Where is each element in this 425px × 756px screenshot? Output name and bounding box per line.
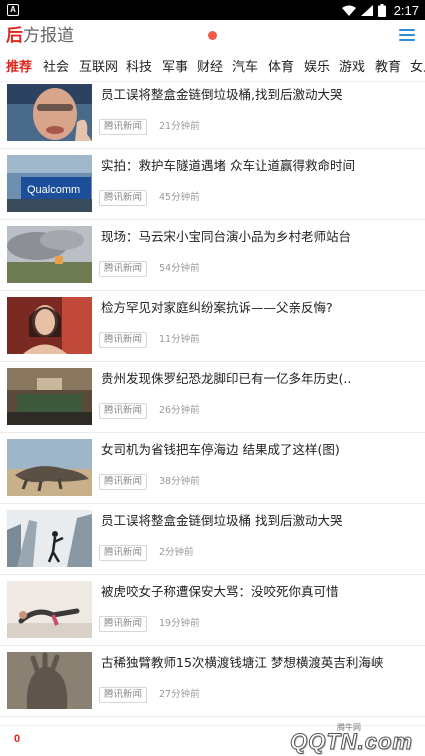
- unread-count: 0: [14, 733, 21, 745]
- article-title: 员工误将整盒金链倒垃圾桶,找到后激动大哭: [101, 87, 343, 102]
- thumbnail-meeting-room: [7, 368, 92, 425]
- article-title: 现场：马云宋小宝同台演小品为乡村老师站台: [101, 229, 352, 244]
- source-tag: 腾讯新闻: [99, 474, 148, 490]
- tab-recommended[interactable]: 推荐: [6, 59, 32, 77]
- source-tag: 腾讯新闻: [99, 190, 148, 206]
- category-tabs: 推荐 社会 互联网 科技 军事 财经 汽车 体育 娱乐 游戏 教育 女人: [0, 54, 425, 82]
- news-item[interactable]: Qualcomm 实拍：救护车隧道遇堵 众车让道赢得救命时间 腾讯新闻 45分钟…: [0, 149, 425, 220]
- app-logo: 后方报道: [6, 25, 74, 47]
- tab-education[interactable]: 教育: [375, 59, 401, 77]
- article-title: 贵州发现侏罗纪恐龙脚印已有一亿多年历史(..: [101, 371, 352, 386]
- tab-sports[interactable]: 体育: [268, 59, 294, 77]
- source-tag: 腾讯新闻: [99, 687, 148, 703]
- news-item[interactable]: 现场：马云宋小宝同台演小品为乡村老师站台 腾讯新闻 54分钟前: [0, 220, 425, 291]
- source-tag: 腾讯新闻: [99, 261, 148, 277]
- wifi-icon: [341, 5, 356, 16]
- article-title: 实拍：救护车隧道遇堵 众车让道赢得救命时间: [101, 158, 355, 173]
- source-tag: 腾讯新闻: [99, 616, 148, 632]
- news-item[interactable]: 员工误将整盒金链倒垃圾桶 找到后激动大哭 腾讯新闻 2分钟前: [0, 504, 425, 575]
- tab-tech[interactable]: 科技: [126, 59, 152, 77]
- logo-first-char: 后: [6, 26, 23, 46]
- news-item[interactable]: 古稀独臂教师15次横渡钱塘江 梦想横渡英吉利海峡 腾讯新闻 27分钟前: [0, 646, 425, 717]
- news-item[interactable]: 女司机为省钱把车停海边 结果成了这样(图) 腾讯新闻 38分钟前: [0, 433, 425, 504]
- timestamp: 27分钟前: [159, 689, 200, 700]
- timestamp: 26分钟前: [159, 405, 200, 416]
- timestamp: 11分钟前: [159, 334, 200, 345]
- bottom-bar: 0 腾牛网 QQTN.com: [0, 722, 425, 756]
- article-title: 员工误将整盒金链倒垃圾桶 找到后激动大哭: [101, 513, 343, 528]
- timestamp: 45分钟前: [159, 192, 200, 203]
- android-notification-icon: A: [7, 4, 19, 16]
- thumbnail-smoke-field: [7, 226, 92, 283]
- timestamp: 2分钟前: [159, 547, 194, 558]
- tab-auto[interactable]: 汽车: [232, 59, 258, 77]
- timestamp: 54分钟前: [159, 263, 200, 274]
- article-title: 被虎咬女子称遭保安大骂：没咬死你真可惜: [101, 584, 339, 599]
- tab-finance[interactable]: 财经: [197, 59, 223, 77]
- watermark-logo: 腾牛网 QQTN.com: [269, 722, 419, 756]
- thumbnail-komodo-lizard: [7, 439, 92, 496]
- battery-icon: [377, 3, 386, 17]
- source-tag: 腾讯新闻: [99, 119, 148, 135]
- source-tag: 腾讯新闻: [99, 545, 148, 561]
- article-title: 古稀独臂教师15次横渡钱塘江 梦想横渡英吉利海峡: [101, 655, 384, 670]
- source-tag: 腾讯新闻: [99, 403, 148, 419]
- tab-entertainment[interactable]: 娱乐: [304, 59, 330, 77]
- tab-military[interactable]: 军事: [162, 59, 188, 77]
- svg-text:Qualcomm: Qualcomm: [27, 184, 80, 196]
- tab-games[interactable]: 游戏: [339, 59, 365, 77]
- hamburger-menu-icon[interactable]: [399, 28, 415, 43]
- news-item[interactable]: 员工误将整盒金链倒垃圾桶,找到后激动大哭 腾讯新闻 21分钟前: [0, 82, 425, 149]
- thumbnail-hand-sculpture: [7, 652, 92, 709]
- tab-society[interactable]: 社会: [43, 59, 69, 77]
- source-tag: 腾讯新闻: [99, 332, 148, 348]
- tab-women[interactable]: 女人: [410, 59, 425, 77]
- status-icons: 2:17: [341, 0, 419, 20]
- thumbnail-man-portrait: [7, 84, 92, 141]
- clock: 2:17: [393, 2, 419, 18]
- notification-dot: [208, 31, 217, 40]
- article-title: 检方罕见对家庭纠纷案抗诉——父亲反悔?: [101, 300, 333, 315]
- signal-icon: [360, 4, 373, 16]
- app-header: 后方报道: [0, 20, 425, 54]
- news-feed: 员工误将整盒金链倒垃圾桶,找到后激动大哭 腾讯新闻 21分钟前 Qualcomm…: [0, 82, 425, 725]
- tab-internet[interactable]: 互联网: [79, 59, 118, 77]
- news-item[interactable]: 贵州发现侏罗纪恐龙脚印已有一亿多年历史(.. 腾讯新闻 26分钟前: [0, 362, 425, 433]
- timestamp: 38分钟前: [159, 476, 200, 487]
- thumbnail-woman-portrait: [7, 297, 92, 354]
- thumbnail-yoga-pose: [7, 581, 92, 638]
- watermark-big-text: QQTN.com: [290, 729, 413, 755]
- news-item[interactable]: 被虎咬女子称遭保安大骂：没咬死你真可惜 腾讯新闻 19分钟前: [0, 575, 425, 646]
- status-bar: A 2:17: [0, 0, 425, 20]
- article-title: 女司机为省钱把车停海边 结果成了这样(图): [101, 442, 340, 457]
- timestamp: 21分钟前: [159, 121, 200, 132]
- thumbnail-qualcomm-sign: Qualcomm: [7, 155, 92, 212]
- thumbnail-silhouette-buildings: [7, 510, 92, 567]
- timestamp: 19分钟前: [159, 618, 200, 629]
- news-item[interactable]: 检方罕见对家庭纠纷案抗诉——父亲反悔? 腾讯新闻 11分钟前: [0, 291, 425, 362]
- logo-rest: 方报道: [23, 26, 74, 46]
